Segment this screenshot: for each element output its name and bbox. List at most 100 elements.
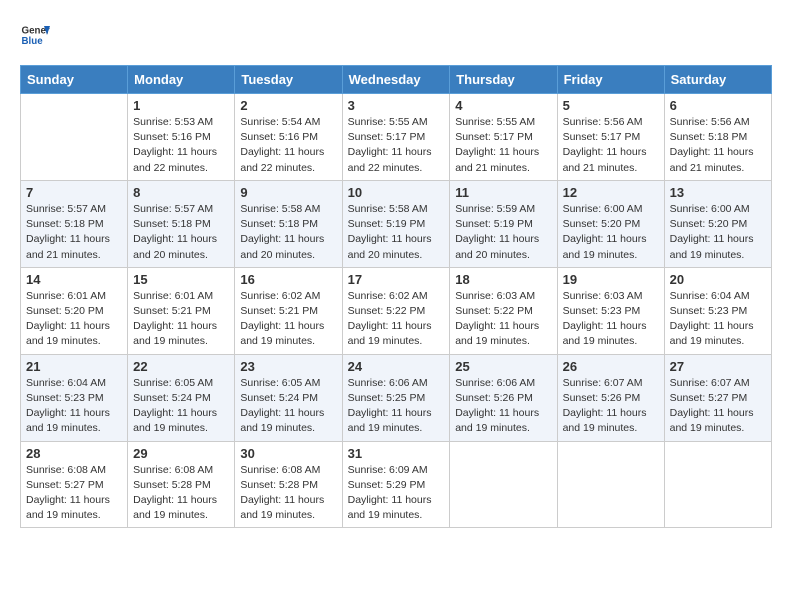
calendar-cell: 5 Sunrise: 5:56 AM Sunset: 5:17 PM Daylig… bbox=[557, 94, 664, 181]
day-number: 24 bbox=[348, 359, 445, 374]
day-info: Sunrise: 5:55 AM Sunset: 5:17 PM Dayligh… bbox=[455, 115, 551, 176]
day-info: Sunrise: 5:59 AM Sunset: 5:19 PM Dayligh… bbox=[455, 202, 551, 263]
calendar-cell: 8 Sunrise: 5:57 AM Sunset: 5:18 PM Daylig… bbox=[128, 180, 235, 267]
day-number: 26 bbox=[563, 359, 659, 374]
day-number: 16 bbox=[240, 272, 336, 287]
day-number: 10 bbox=[348, 185, 445, 200]
calendar-cell: 11 Sunrise: 5:59 AM Sunset: 5:19 PM Dayli… bbox=[450, 180, 557, 267]
day-info: Sunrise: 6:09 AM Sunset: 5:29 PM Dayligh… bbox=[348, 463, 445, 524]
day-number: 15 bbox=[133, 272, 229, 287]
calendar-cell: 31 Sunrise: 6:09 AM Sunset: 5:29 PM Dayli… bbox=[342, 441, 450, 528]
calendar-cell: 30 Sunrise: 6:08 AM Sunset: 5:28 PM Dayli… bbox=[235, 441, 342, 528]
day-info: Sunrise: 5:56 AM Sunset: 5:18 PM Dayligh… bbox=[670, 115, 766, 176]
calendar-week-row: 7 Sunrise: 5:57 AM Sunset: 5:18 PM Daylig… bbox=[21, 180, 772, 267]
day-number: 1 bbox=[133, 98, 229, 113]
day-number: 8 bbox=[133, 185, 229, 200]
day-number: 19 bbox=[563, 272, 659, 287]
day-number: 9 bbox=[240, 185, 336, 200]
day-number: 31 bbox=[348, 446, 445, 461]
calendar-cell: 29 Sunrise: 6:08 AM Sunset: 5:28 PM Dayli… bbox=[128, 441, 235, 528]
day-number: 4 bbox=[455, 98, 551, 113]
calendar-header-sunday: Sunday bbox=[21, 66, 128, 94]
day-info: Sunrise: 6:08 AM Sunset: 5:28 PM Dayligh… bbox=[133, 463, 229, 524]
day-info: Sunrise: 5:54 AM Sunset: 5:16 PM Dayligh… bbox=[240, 115, 336, 176]
day-info: Sunrise: 6:05 AM Sunset: 5:24 PM Dayligh… bbox=[133, 376, 229, 437]
day-number: 25 bbox=[455, 359, 551, 374]
day-number: 20 bbox=[670, 272, 766, 287]
calendar-header-tuesday: Tuesday bbox=[235, 66, 342, 94]
day-info: Sunrise: 6:03 AM Sunset: 5:23 PM Dayligh… bbox=[563, 289, 659, 350]
calendar-header-saturday: Saturday bbox=[664, 66, 771, 94]
calendar-week-row: 1 Sunrise: 5:53 AM Sunset: 5:16 PM Daylig… bbox=[21, 94, 772, 181]
calendar-cell: 10 Sunrise: 5:58 AM Sunset: 5:19 PM Dayli… bbox=[342, 180, 450, 267]
day-info: Sunrise: 6:02 AM Sunset: 5:22 PM Dayligh… bbox=[348, 289, 445, 350]
calendar-week-row: 28 Sunrise: 6:08 AM Sunset: 5:27 PM Dayli… bbox=[21, 441, 772, 528]
calendar-cell: 20 Sunrise: 6:04 AM Sunset: 5:23 PM Dayli… bbox=[664, 267, 771, 354]
day-number: 27 bbox=[670, 359, 766, 374]
day-info: Sunrise: 6:02 AM Sunset: 5:21 PM Dayligh… bbox=[240, 289, 336, 350]
calendar-header-thursday: Thursday bbox=[450, 66, 557, 94]
calendar-header-friday: Friday bbox=[557, 66, 664, 94]
calendar-cell: 12Sunrise: 6:00 AM Sunset: 5:20 PM Dayli… bbox=[557, 180, 664, 267]
calendar-cell: 19 Sunrise: 6:03 AM Sunset: 5:23 PM Dayli… bbox=[557, 267, 664, 354]
calendar-header-wednesday: Wednesday bbox=[342, 66, 450, 94]
calendar-cell bbox=[664, 441, 771, 528]
day-number: 17 bbox=[348, 272, 445, 287]
calendar-week-row: 21 Sunrise: 6:04 AM Sunset: 5:23 PM Dayli… bbox=[21, 354, 772, 441]
day-info: Sunrise: 6:07 AM Sunset: 5:27 PM Dayligh… bbox=[670, 376, 766, 437]
calendar-cell: 2 Sunrise: 5:54 AM Sunset: 5:16 PM Daylig… bbox=[235, 94, 342, 181]
day-info: Sunrise: 6:01 AM Sunset: 5:21 PM Dayligh… bbox=[133, 289, 229, 350]
day-info: Sunrise: 5:57 AM Sunset: 5:18 PM Dayligh… bbox=[133, 202, 229, 263]
calendar-cell: 24 Sunrise: 6:06 AM Sunset: 5:25 PM Dayli… bbox=[342, 354, 450, 441]
day-number: 29 bbox=[133, 446, 229, 461]
page-header: General Blue bbox=[20, 20, 772, 55]
day-number: 14 bbox=[26, 272, 122, 287]
day-info: Sunrise: 5:58 AM Sunset: 5:18 PM Dayligh… bbox=[240, 202, 336, 263]
calendar-body: 1 Sunrise: 5:53 AM Sunset: 5:16 PM Daylig… bbox=[21, 94, 772, 528]
day-info: Sunrise: 6:06 AM Sunset: 5:25 PM Dayligh… bbox=[348, 376, 445, 437]
day-number: 18 bbox=[455, 272, 551, 287]
calendar-cell: 22 Sunrise: 6:05 AM Sunset: 5:24 PM Dayli… bbox=[128, 354, 235, 441]
calendar-table: SundayMondayTuesdayWednesdayThursdayFrid… bbox=[20, 65, 772, 528]
day-info: Sunrise: 6:04 AM Sunset: 5:23 PM Dayligh… bbox=[26, 376, 122, 437]
calendar-week-row: 14Sunrise: 6:01 AM Sunset: 5:20 PM Dayli… bbox=[21, 267, 772, 354]
day-info: Sunrise: 6:05 AM Sunset: 5:24 PM Dayligh… bbox=[240, 376, 336, 437]
day-number: 5 bbox=[563, 98, 659, 113]
calendar-cell: 27 Sunrise: 6:07 AM Sunset: 5:27 PM Dayli… bbox=[664, 354, 771, 441]
logo-icon: General Blue bbox=[20, 20, 50, 50]
calendar-cell: 25 Sunrise: 6:06 AM Sunset: 5:26 PM Dayli… bbox=[450, 354, 557, 441]
day-number: 7 bbox=[26, 185, 122, 200]
day-number: 22 bbox=[133, 359, 229, 374]
calendar-cell: 4 Sunrise: 5:55 AM Sunset: 5:17 PM Daylig… bbox=[450, 94, 557, 181]
calendar-header-monday: Monday bbox=[128, 66, 235, 94]
day-info: Sunrise: 6:08 AM Sunset: 5:27 PM Dayligh… bbox=[26, 463, 122, 524]
day-info: Sunrise: 6:04 AM Sunset: 5:23 PM Dayligh… bbox=[670, 289, 766, 350]
calendar-cell: 23 Sunrise: 6:05 AM Sunset: 5:24 PM Dayli… bbox=[235, 354, 342, 441]
calendar-cell bbox=[557, 441, 664, 528]
calendar-cell: 13 Sunrise: 6:00 AM Sunset: 5:20 PM Dayli… bbox=[664, 180, 771, 267]
day-number: 30 bbox=[240, 446, 336, 461]
day-number: 2 bbox=[240, 98, 336, 113]
day-number: 23 bbox=[240, 359, 336, 374]
day-info: Sunrise: 5:56 AM Sunset: 5:17 PM Dayligh… bbox=[563, 115, 659, 176]
calendar-cell: 16 Sunrise: 6:02 AM Sunset: 5:21 PM Dayli… bbox=[235, 267, 342, 354]
calendar-cell: 9 Sunrise: 5:58 AM Sunset: 5:18 PM Daylig… bbox=[235, 180, 342, 267]
day-info: Sunrise: 6:07 AM Sunset: 5:26 PM Dayligh… bbox=[563, 376, 659, 437]
day-info: Sunrise: 6:06 AM Sunset: 5:26 PM Dayligh… bbox=[455, 376, 551, 437]
day-number: 28 bbox=[26, 446, 122, 461]
day-info: Sunrise: 6:08 AM Sunset: 5:28 PM Dayligh… bbox=[240, 463, 336, 524]
calendar-cell: 3 Sunrise: 5:55 AM Sunset: 5:17 PM Daylig… bbox=[342, 94, 450, 181]
day-number: 13 bbox=[670, 185, 766, 200]
day-number: 11 bbox=[455, 185, 551, 200]
calendar-cell bbox=[21, 94, 128, 181]
calendar-cell: 6Sunrise: 5:56 AM Sunset: 5:18 PM Daylig… bbox=[664, 94, 771, 181]
day-number: 21 bbox=[26, 359, 122, 374]
day-number: 3 bbox=[348, 98, 445, 113]
day-info: Sunrise: 6:00 AM Sunset: 5:20 PM Dayligh… bbox=[563, 202, 659, 263]
day-info: Sunrise: 5:55 AM Sunset: 5:17 PM Dayligh… bbox=[348, 115, 445, 176]
day-info: Sunrise: 5:53 AM Sunset: 5:16 PM Dayligh… bbox=[133, 115, 229, 176]
day-info: Sunrise: 6:00 AM Sunset: 5:20 PM Dayligh… bbox=[670, 202, 766, 263]
day-info: Sunrise: 5:57 AM Sunset: 5:18 PM Dayligh… bbox=[26, 202, 122, 263]
day-info: Sunrise: 5:58 AM Sunset: 5:19 PM Dayligh… bbox=[348, 202, 445, 263]
day-info: Sunrise: 6:03 AM Sunset: 5:22 PM Dayligh… bbox=[455, 289, 551, 350]
